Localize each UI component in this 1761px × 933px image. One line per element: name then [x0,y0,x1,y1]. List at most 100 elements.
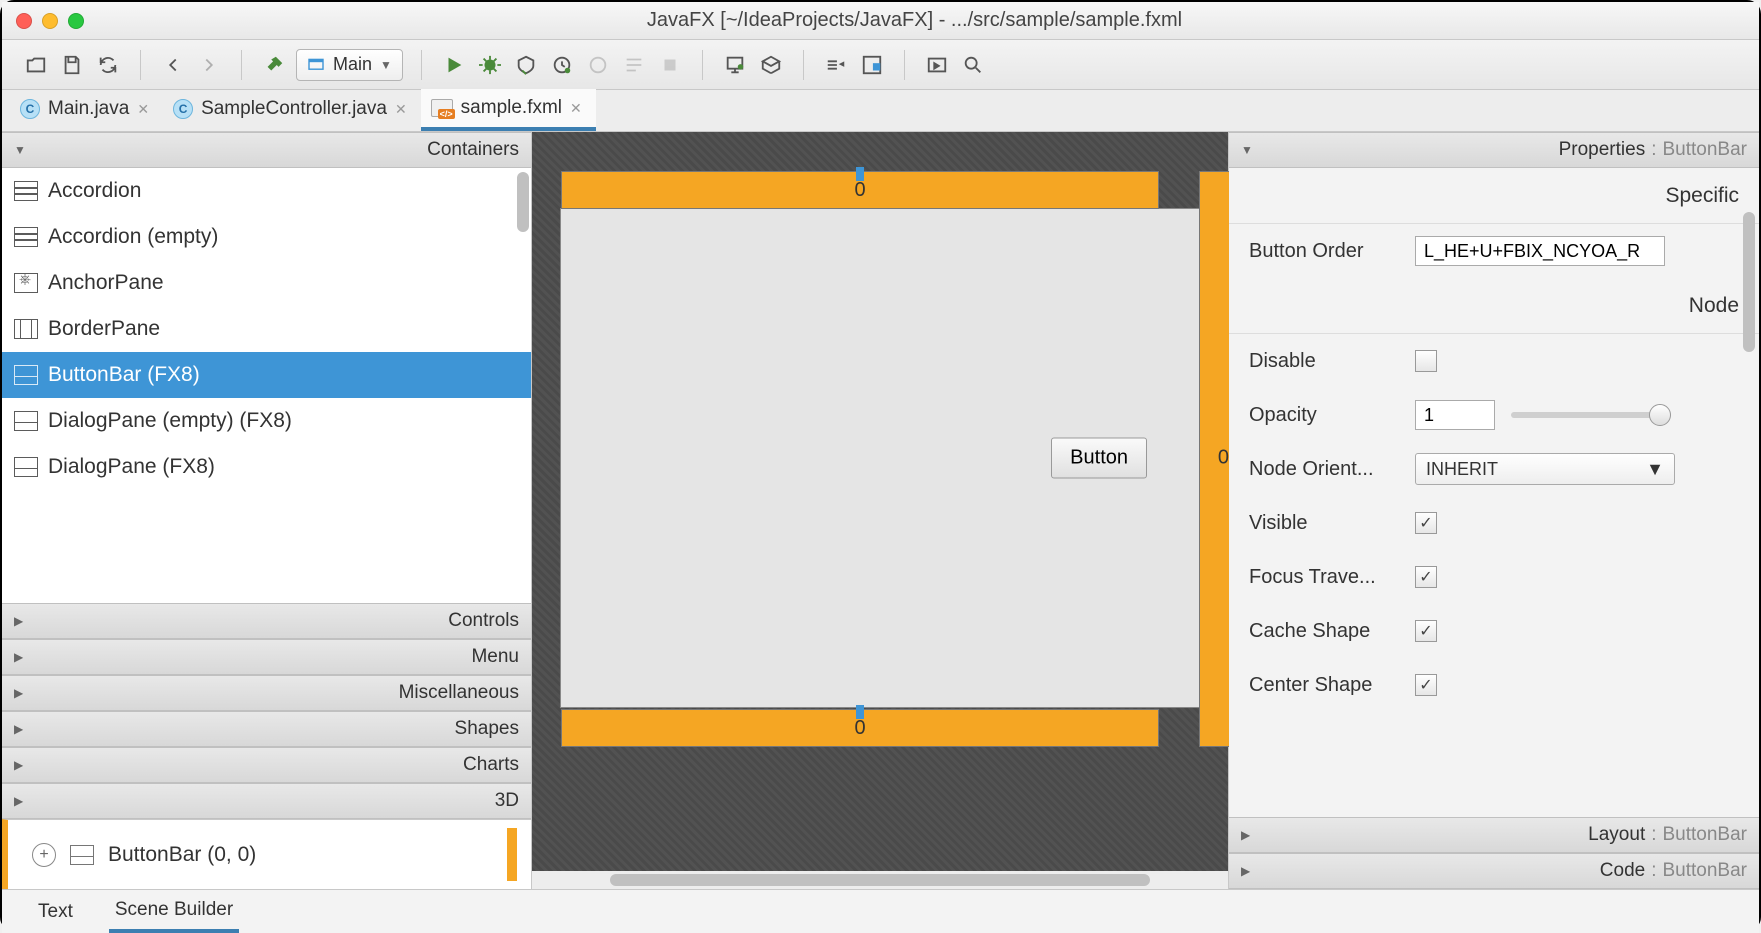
anchor-right-value: 0 [1218,447,1229,470]
resize-handle-icon[interactable] [856,167,864,181]
java-file-icon: C [20,99,40,119]
open-icon[interactable] [22,51,50,79]
expand-triangle-icon: ▶ [14,722,23,736]
zoom-window-button[interactable] [68,13,84,29]
library-panel: ▼ Containers Accordion Accordion (empty)… [2,132,532,889]
focus-checkbox[interactable]: ✓ [1415,566,1437,588]
shapes-section-header[interactable]: ▶Shapes [2,711,531,747]
expand-triangle-icon: ▶ [14,794,23,808]
bottom-tabs: Text Scene Builder [2,889,1759,933]
close-tab-icon[interactable]: ✕ [137,101,149,118]
refresh-icon[interactable] [94,51,122,79]
tab-samplecontroller-java[interactable]: C SampleController.java ✕ [163,90,421,131]
text-tab[interactable]: Text [32,893,79,931]
tab-sample-fxml[interactable]: sample.fxml ✕ [421,89,596,131]
layout-header[interactable]: ▶ Layout : ButtonBar [1229,817,1759,853]
run-anything-icon[interactable] [620,51,648,79]
collapse-triangle-icon: ▼ [14,143,26,157]
center-checkbox[interactable]: ✓ [1415,674,1437,696]
scrollbar-thumb[interactable] [610,874,1150,886]
scene-builder-tab[interactable]: Scene Builder [109,891,239,933]
section-node: Node [1229,278,1759,334]
attach-icon[interactable] [584,51,612,79]
library-item-accordion-empty[interactable]: Accordion (empty) [2,214,531,260]
back-icon[interactable] [159,51,187,79]
menu-section-header[interactable]: ▶Menu [2,639,531,675]
close-tab-icon[interactable]: ✕ [395,101,407,118]
forward-icon[interactable] [195,51,223,79]
profile-icon[interactable] [548,51,576,79]
chevron-down-icon: ▼ [380,58,392,72]
prop-center-shape: Center Shape ✓ [1229,658,1759,712]
3d-section-header[interactable]: ▶3D [2,783,531,819]
avd-icon[interactable] [721,51,749,79]
inspector-panel: ▼ Properties: ButtonBar Specific Button … [1229,132,1759,889]
library-item-buttonbar[interactable]: ButtonBar (FX8) [2,352,531,398]
library-item-borderpane[interactable]: BorderPane [2,306,531,352]
minimize-window-button[interactable] [42,13,58,29]
misc-section-header[interactable]: ▶Miscellaneous [2,675,531,711]
save-icon[interactable] [58,51,86,79]
cache-checkbox[interactable]: ✓ [1415,620,1437,642]
prop-visible: Visible ✓ [1229,496,1759,550]
chevron-down-icon: ▼ [1646,459,1664,480]
containers-list: Accordion Accordion (empty) AnchorPane B… [2,168,531,603]
run-config-label: Main [333,54,372,75]
prop-disable: Disable [1229,334,1759,388]
button-order-input[interactable] [1415,236,1665,266]
canvas-viewport[interactable]: 0 0 0 Button [532,132,1228,871]
anchor-bottom-bar[interactable]: 0 [561,709,1159,747]
window-title: JavaFX [~/IdeaProjects/JavaFX] - .../src… [84,9,1745,32]
expand-triangle-icon: ▶ [14,650,23,664]
canvas-horizontal-scrollbar[interactable] [532,871,1228,889]
expand-triangle-icon: ▶ [14,686,23,700]
anchor-top-bar[interactable]: 0 [561,171,1159,209]
library-item-dialogpane[interactable]: DialogPane (FX8) [2,444,531,490]
code-header[interactable]: ▶ Code : ButtonBar [1229,853,1759,889]
close-tab-icon[interactable]: ✕ [570,100,582,117]
library-item-dialogpane-empty[interactable]: DialogPane (empty) (FX8) [2,398,531,444]
editor-tabs: C Main.java ✕ C SampleController.java ✕ … [2,90,1759,132]
slider-knob[interactable] [1649,404,1671,426]
build-icon[interactable] [260,51,288,79]
tab-main-java[interactable]: C Main.java ✕ [10,90,163,131]
search-icon[interactable] [959,51,987,79]
containers-section-header[interactable]: ▼ Containers [2,132,531,168]
design-surface[interactable]: 0 0 0 Button [560,208,1200,708]
structure-icon[interactable] [858,51,886,79]
opacity-input[interactable] [1415,400,1495,430]
opacity-slider[interactable] [1511,412,1671,418]
run-config-selector[interactable]: Main ▼ [296,49,403,81]
prop-button-order: Button Order [1229,224,1759,278]
disable-checkbox[interactable] [1415,350,1437,372]
properties-header[interactable]: ▼ Properties: ButtonBar [1229,132,1759,168]
scrollbar-thumb[interactable] [1743,212,1755,352]
visible-checkbox[interactable]: ✓ [1415,512,1437,534]
settings-icon[interactable] [822,51,850,79]
library-item-accordion[interactable]: Accordion [2,168,531,214]
stop-icon[interactable] [656,51,684,79]
java-file-icon: C [173,99,193,119]
resize-handle-icon[interactable] [856,705,864,719]
expand-triangle-icon: ▶ [1241,828,1250,842]
titlebar: JavaFX [~/IdeaProjects/JavaFX] - .../src… [2,2,1759,40]
button-preview[interactable]: Button [1051,438,1147,479]
prop-opacity: Opacity [1229,388,1759,442]
add-icon[interactable]: + [32,843,56,867]
preview-icon[interactable] [923,51,951,79]
library-item-anchorpane[interactable]: AnchorPane [2,260,531,306]
prop-cache-shape: Cache Shape ✓ [1229,604,1759,658]
run-icon[interactable] [440,51,468,79]
main-area: ▼ Containers Accordion Accordion (empty)… [2,132,1759,889]
coverage-icon[interactable] [512,51,540,79]
charts-section-header[interactable]: ▶Charts [2,747,531,783]
node-orientation-combo[interactable]: INHERIT▼ [1415,453,1675,485]
scrollbar-thumb[interactable] [517,172,529,232]
prop-node-orientation: Node Orient... INHERIT▼ [1229,442,1759,496]
hierarchy-row[interactable]: + ButtonBar (0, 0) [2,819,531,889]
window-controls [16,13,84,29]
controls-section-header[interactable]: ▶Controls [2,603,531,639]
debug-icon[interactable] [476,51,504,79]
close-window-button[interactable] [16,13,32,29]
sdk-icon[interactable] [757,51,785,79]
